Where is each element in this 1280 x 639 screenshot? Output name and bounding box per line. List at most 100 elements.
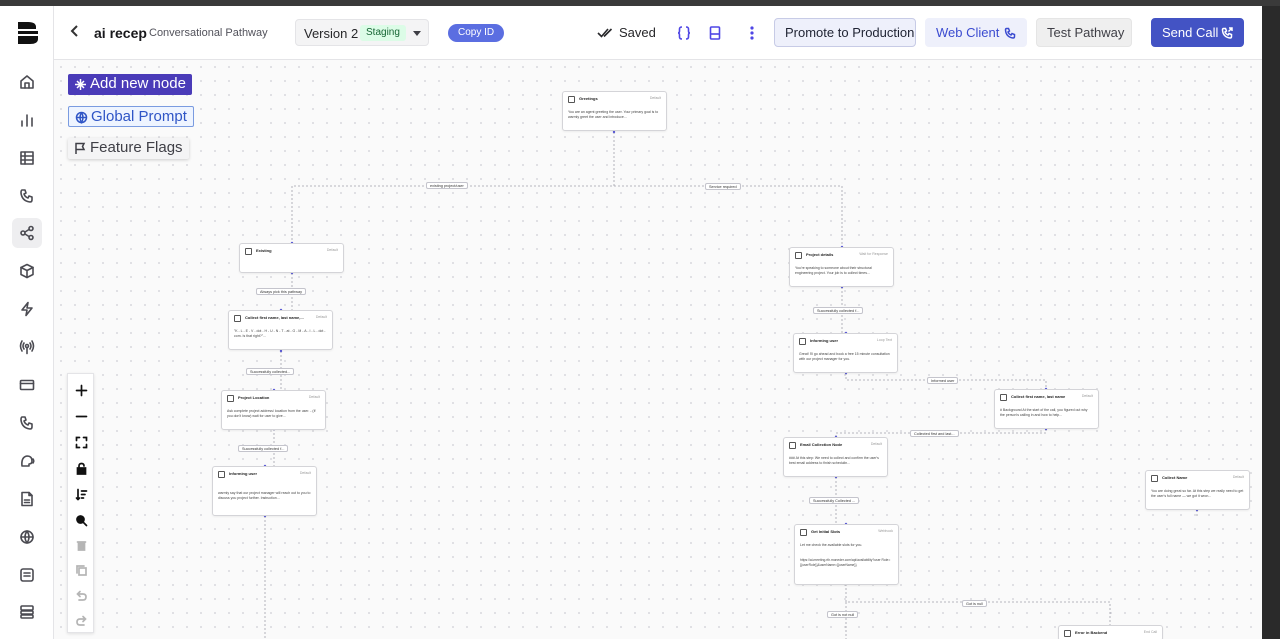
- node-type-icon: [1000, 394, 1007, 401]
- package-icon[interactable]: [12, 256, 42, 286]
- node-collect-name[interactable]: Collect Name Default You are doing great s…: [1145, 470, 1250, 510]
- node-type-icon: [1151, 475, 1158, 482]
- back-arrow-icon[interactable]: [68, 24, 84, 40]
- web-client-button[interactable]: Web Client: [925, 18, 1027, 47]
- lock-icon[interactable]: [73, 460, 89, 476]
- phone-numbers-icon[interactable]: [12, 408, 42, 438]
- global-prompt-button[interactable]: Global Prompt: [68, 106, 194, 127]
- flag-icon: [75, 142, 86, 154]
- node-tag: Default: [870, 442, 882, 446]
- node-tag: End Call: [1143, 630, 1157, 634]
- node-email-collection[interactable]: Email Collection Node Default ### At this …: [783, 437, 888, 477]
- brand-logo[interactable]: [16, 20, 40, 46]
- code-braces-icon[interactable]: [675, 24, 693, 42]
- node-title: Error in Backend: [1075, 630, 1108, 635]
- edge-label[interactable]: Collected first and last...: [910, 430, 959, 437]
- call-logs-icon[interactable]: [12, 181, 42, 211]
- zoom-in-icon[interactable]: [73, 382, 89, 398]
- documents-icon[interactable]: [12, 484, 42, 514]
- canvas-toolbar: [67, 373, 94, 633]
- bookmark-icon[interactable]: [706, 24, 724, 42]
- edge-label[interactable]: Always pick this pathway: [256, 288, 306, 295]
- node-collect-first-name[interactable]: Collect first name, last name,... Default…: [228, 310, 333, 350]
- node-greetings[interactable]: Greetings Default You are an agent greetin…: [562, 91, 667, 131]
- node-title: Existing: [256, 248, 272, 253]
- sort-layout-icon[interactable]: [73, 486, 89, 502]
- node-body: warmly say that our project manager will…: [218, 491, 311, 500]
- node-type-icon: [218, 471, 225, 478]
- pathway-canvas[interactable]: Add new node Global Prompt Feature Flags…: [54, 60, 1262, 639]
- edge-label[interactable]: Service required: [705, 183, 741, 190]
- add-new-node-button[interactable]: Add new node: [68, 74, 192, 95]
- version-label: Version 2: [304, 26, 359, 41]
- node-title: Collect Name: [1162, 475, 1188, 480]
- fit-view-icon[interactable]: [73, 434, 89, 450]
- edge-label[interactable]: Got is null: [962, 600, 987, 607]
- node-informing-user-right[interactable]: Informing user Loop Text Great! I'll go ah…: [793, 333, 898, 373]
- send-call-button[interactable]: Send Call: [1151, 18, 1244, 47]
- node-collect-first-last-name[interactable]: Collect first name, last name Default # Ba…: [994, 389, 1099, 429]
- node-title: Greetings: [579, 96, 598, 101]
- redo-icon[interactable]: [73, 612, 89, 628]
- edge-label[interactable]: Successfully Collected ...: [809, 497, 860, 504]
- stack-icon[interactable]: [12, 597, 42, 627]
- edge-label[interactable]: Successfully collected f...: [238, 445, 289, 452]
- node-tag: Wait for Response: [859, 252, 888, 256]
- test-pathway-button[interactable]: Test Pathway: [1036, 18, 1132, 47]
- phone-icon: [1004, 27, 1016, 39]
- promote-to-production-button[interactable]: Promote to Production: [774, 18, 916, 47]
- saved-label: Saved: [619, 25, 656, 40]
- node-tag: Default: [1081, 394, 1093, 398]
- table-icon[interactable]: [12, 143, 42, 173]
- node-title: Informing user: [229, 471, 258, 476]
- zoom-out-icon[interactable]: [73, 408, 89, 424]
- node-webhook-url: https://ai-meeting.rth.moneder.com/api/a…: [800, 558, 891, 567]
- notes-icon[interactable]: [12, 560, 42, 590]
- edge-label[interactable]: Got is not null: [827, 611, 859, 618]
- node-tag: Default: [299, 471, 311, 475]
- node-body: Let me check the available slots for you…: [800, 543, 863, 547]
- globe-icon[interactable]: [12, 522, 42, 552]
- node-type-icon: [799, 338, 806, 345]
- node-body: You're speaking to someone about their s…: [795, 266, 872, 275]
- node-type-icon: [800, 529, 807, 536]
- phone-outgoing-icon: [1221, 27, 1233, 39]
- voices-icon[interactable]: [12, 446, 42, 476]
- more-options-icon[interactable]: [743, 24, 761, 42]
- edge-label[interactable]: Informed user: [927, 377, 959, 384]
- node-type-icon: [245, 248, 252, 255]
- node-type-icon: [227, 395, 234, 402]
- add-new-node-label: Add new node: [90, 75, 186, 92]
- edge-label[interactable]: Successfully collected...: [246, 368, 295, 375]
- pathways-icon[interactable]: [12, 218, 42, 248]
- edge-label[interactable]: existing project/user: [426, 182, 468, 189]
- node-error-in-backend[interactable]: Error in Backend End Call: [1058, 625, 1163, 639]
- home-icon[interactable]: [12, 67, 42, 97]
- node-type-icon: [1064, 630, 1071, 637]
- search-icon[interactable]: [73, 512, 89, 528]
- node-title: Project Location: [238, 395, 270, 400]
- node-project-details[interactable]: Project details Wait for Response You're s…: [789, 247, 894, 287]
- broadcast-icon[interactable]: [12, 332, 42, 362]
- bolt-icon[interactable]: [12, 294, 42, 324]
- node-get-initial-slots[interactable]: Get Initial Slots Webhook Let me check the…: [794, 524, 899, 585]
- send-call-label: Send Call: [1162, 25, 1219, 40]
- version-select[interactable]: Version 2 Staging: [295, 19, 429, 46]
- analytics-icon[interactable]: [12, 105, 42, 135]
- node-existing[interactable]: Existing Default: [239, 243, 344, 273]
- node-tag: Default: [308, 395, 320, 399]
- delete-icon[interactable]: [73, 537, 89, 553]
- node-project-location[interactable]: Project Location Default Ask complete proj…: [221, 390, 326, 430]
- undo-icon[interactable]: [73, 587, 89, 603]
- node-tag: Default: [649, 96, 661, 100]
- copy-icon[interactable]: [73, 562, 89, 578]
- copy-id-button[interactable]: Copy ID: [448, 24, 505, 42]
- top-header: ai recep Conversational Pathway Version …: [54, 6, 1262, 60]
- billing-icon[interactable]: [12, 370, 42, 400]
- node-body: You are doing great so far. At this step…: [1151, 489, 1244, 498]
- feature-flags-button[interactable]: Feature Flags: [68, 138, 189, 159]
- node-informing-user-left[interactable]: Informing user Default warmly say that our…: [212, 466, 317, 516]
- edge-label[interactable]: Successfully collected f...: [813, 307, 864, 314]
- node-body: You are an agent greeting the user. Your…: [568, 110, 659, 119]
- node-title: Email Collection Node: [800, 442, 843, 447]
